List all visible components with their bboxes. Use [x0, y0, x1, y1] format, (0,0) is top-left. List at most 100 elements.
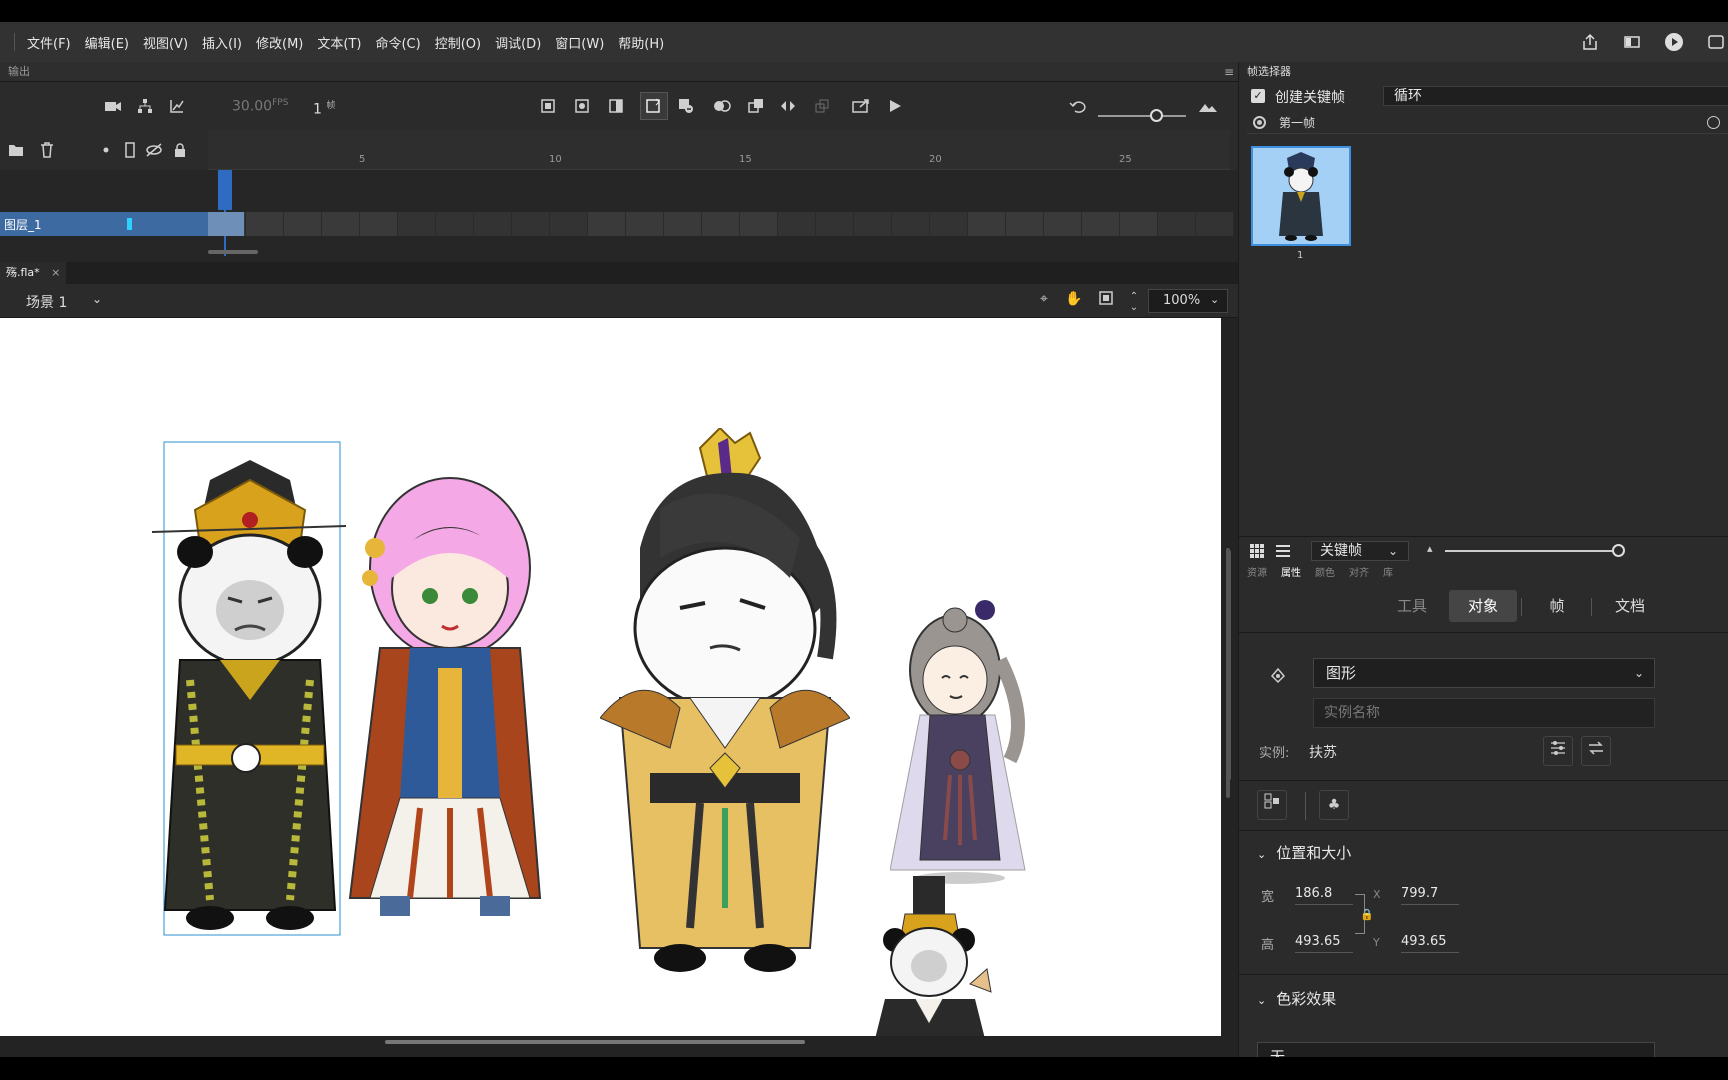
layer-row[interactable]: 图层_1 — [0, 212, 208, 236]
frame-cell[interactable] — [778, 212, 816, 236]
frame-cell[interactable] — [1196, 212, 1234, 236]
menu-edit[interactable]: 编辑(E) — [85, 33, 129, 52]
timeline-zoom-knob[interactable] — [1150, 109, 1163, 122]
frame-cell[interactable] — [550, 212, 588, 236]
frame-cell[interactable] — [1120, 212, 1158, 236]
current-frame-readout[interactable]: 1 帧 — [313, 98, 335, 118]
stop-frame-icon[interactable] — [538, 96, 558, 116]
frame-cell[interactable] — [474, 212, 512, 236]
scene-name[interactable]: 场景 1 — [26, 292, 67, 312]
timeline-play-icon[interactable] — [885, 96, 905, 116]
character-prince[interactable] — [600, 428, 850, 1008]
frame-cell[interactable] — [1044, 212, 1082, 236]
frame-cell[interactable] — [1158, 212, 1196, 236]
list-view-icon[interactable] — [1273, 541, 1293, 561]
menu-text[interactable]: 文本(T) — [317, 33, 361, 52]
keyframe-1[interactable] — [208, 212, 244, 236]
frame-cell[interactable] — [892, 212, 930, 236]
frame-cell[interactable] — [626, 212, 664, 236]
play-icon[interactable] — [1662, 30, 1686, 54]
character-small-official[interactable] — [875, 874, 995, 1036]
panel-icon[interactable] — [1620, 30, 1644, 54]
onion-skin-icon[interactable] — [712, 96, 732, 116]
frame-ruler[interactable]: 5 10 15 20 25 — [208, 130, 1230, 170]
tab-library[interactable]: 库 — [1383, 564, 1393, 580]
menu-file[interactable]: 文件(F) — [27, 33, 71, 52]
panel-menu-icon[interactable]: ≡ — [1224, 62, 1234, 82]
frame-cell[interactable] — [398, 212, 436, 236]
view-mode-select[interactable]: 关键帧 ⌄ — [1311, 541, 1409, 561]
character-pink-hair-girl[interactable] — [340, 468, 550, 938]
dot-icon[interactable] — [96, 140, 116, 160]
menu-control[interactable]: 控制(O) — [435, 33, 481, 52]
symbol-type-select[interactable]: 图形 ⌄ — [1313, 658, 1655, 688]
fps-readout[interactable]: 30.00FPS — [232, 98, 288, 115]
center-stage-icon[interactable]: ⌖ — [1034, 291, 1054, 311]
menu-view[interactable]: 视图(V) — [143, 33, 188, 52]
tab-color[interactable]: 颜色 — [1315, 564, 1335, 580]
loop-markers-icon[interactable] — [778, 96, 798, 116]
delete-layer-icon[interactable] — [37, 140, 57, 160]
stage-canvas[interactable] — [0, 318, 1221, 1036]
remove-frame-icon[interactable] — [676, 96, 696, 116]
zoom-stepper-icon[interactable]: ⌃ ⌄ — [1124, 291, 1144, 313]
width-field[interactable]: 186.8 — [1295, 886, 1353, 905]
menu-commands[interactable]: 命令(C) — [375, 33, 420, 52]
swap-symbol-button[interactable] — [1581, 736, 1611, 766]
frame-cell[interactable] — [284, 212, 322, 236]
create-keyframe-checkbox[interactable]: ✓ — [1251, 89, 1265, 103]
menu-debug[interactable]: 调试(D) — [495, 33, 541, 52]
edit-symbol-settings-button[interactable] — [1543, 736, 1573, 766]
frame-cell[interactable] — [246, 212, 284, 236]
align-to-stage-button[interactable] — [1257, 790, 1287, 820]
grid-view-icon[interactable] — [1247, 541, 1267, 561]
outline-icon[interactable] — [120, 140, 140, 160]
seg-tab-document[interactable]: 文档 — [1605, 590, 1655, 622]
sync-icon[interactable] — [812, 96, 832, 116]
frame-cell[interactable] — [968, 212, 1006, 236]
seg-tab-object[interactable]: 对象 — [1449, 590, 1517, 622]
frame-cell[interactable] — [930, 212, 968, 236]
thumbnail-size-slider[interactable] — [1445, 550, 1615, 552]
hand-tool-icon[interactable]: ✋ — [1064, 291, 1084, 311]
stage-horizontal-scrollbar[interactable] — [385, 1040, 805, 1044]
loop-mode-select[interactable]: 循环 — [1383, 86, 1728, 106]
frame-cell[interactable] — [1082, 212, 1120, 236]
seg-tab-tools[interactable]: 工具 — [1389, 590, 1435, 622]
frame-cell[interactable] — [740, 212, 778, 236]
frame-cell[interactable] — [816, 212, 854, 236]
folder-icon[interactable] — [6, 140, 26, 160]
timeline-scrollbar[interactable] — [208, 250, 258, 254]
frame-cell[interactable] — [512, 212, 550, 236]
frame-cell[interactable] — [664, 212, 702, 236]
share-icon[interactable] — [1578, 30, 1602, 54]
frame-cell[interactable] — [1006, 212, 1044, 236]
frame-cell[interactable] — [322, 212, 360, 236]
y-field[interactable]: 493.65 — [1401, 934, 1459, 953]
first-frame-radio[interactable] — [1253, 116, 1266, 129]
menu-help[interactable]: 帮助(H) — [618, 33, 664, 52]
auto-keyframe-icon[interactable] — [640, 92, 668, 120]
menu-modify[interactable]: 修改(M) — [256, 33, 303, 52]
character-grey-hair-lady[interactable] — [890, 600, 1040, 900]
blank-keyframe-icon[interactable] — [606, 96, 626, 116]
close-tab-icon[interactable]: × — [51, 266, 60, 279]
timeline-zoom-slider[interactable] — [1098, 115, 1186, 117]
clip-stage-icon[interactable] — [1096, 291, 1116, 311]
position-size-section[interactable]: ⌄ 位置和大小 — [1257, 842, 1351, 863]
height-field[interactable]: 493.65 — [1295, 934, 1353, 953]
last-frame-radio[interactable] — [1707, 116, 1720, 129]
keyframe-icon[interactable] — [572, 96, 592, 116]
panel-divider-scrollbar[interactable] — [1227, 550, 1231, 780]
frame-cell[interactable] — [854, 212, 892, 236]
camera-icon[interactable] — [103, 96, 123, 116]
graph-icon[interactable] — [167, 96, 187, 116]
frame-cell[interactable] — [436, 212, 474, 236]
visibility-icon[interactable] — [144, 140, 164, 160]
edit-multiple-frames-icon[interactable] — [746, 96, 766, 116]
club-symbol-button[interactable]: ♣ — [1319, 790, 1349, 820]
lock-aspect-icon[interactable]: 🔒 — [1360, 908, 1374, 921]
character-emperor[interactable] — [150, 440, 350, 940]
x-field[interactable]: 799.7 — [1401, 886, 1459, 905]
frame-cell[interactable] — [702, 212, 740, 236]
